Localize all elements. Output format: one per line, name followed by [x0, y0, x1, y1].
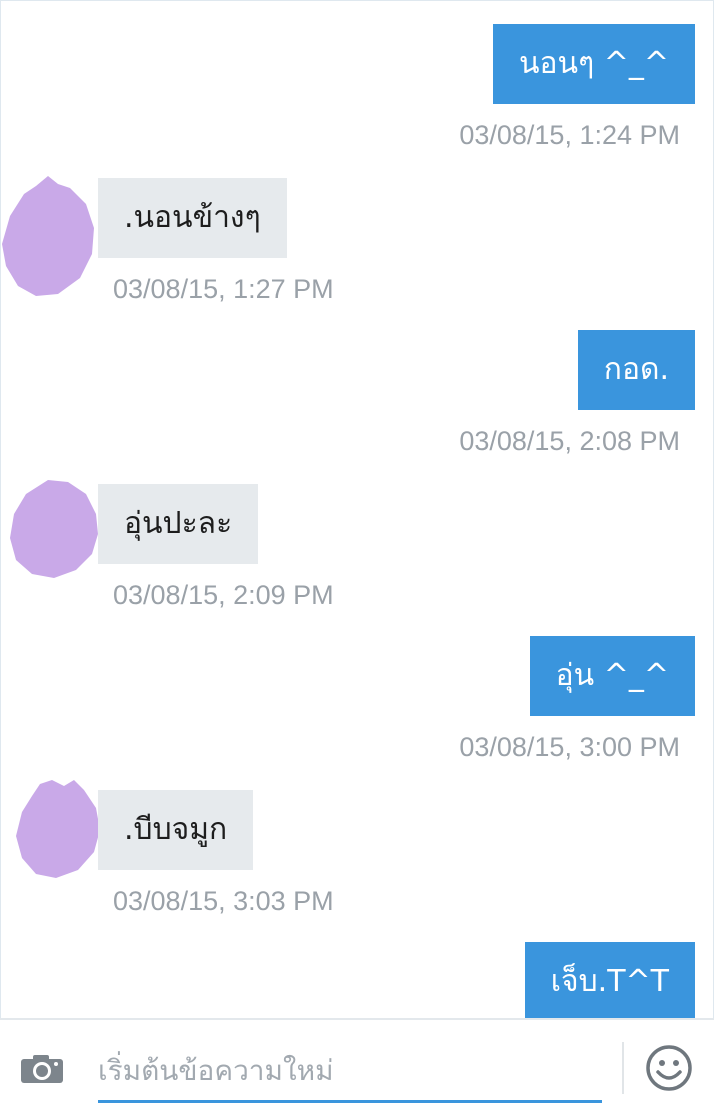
- incoming-message-bubble[interactable]: อุ่นปะละ: [98, 484, 259, 564]
- contact-avatar[interactable]: [0, 174, 100, 300]
- message-list[interactable]: นอนๆ ^_^ 03/08/15, 1:24 PM .นอนข้างๆ 03/…: [0, 0, 714, 1018]
- input-underline: [98, 1100, 602, 1103]
- message-timestamp: 03/08/15, 1:24 PM: [459, 120, 680, 150]
- message-input[interactable]: [98, 1040, 600, 1100]
- outgoing-message-bubble[interactable]: กอด.: [577, 330, 695, 410]
- composer-divider: [622, 1042, 624, 1094]
- incoming-message-bubble[interactable]: .นอนข้างๆ: [98, 178, 287, 258]
- contact-avatar[interactable]: [8, 478, 100, 580]
- outgoing-message-bubble[interactable]: อุ่น ^_^: [529, 636, 695, 716]
- message-timestamp: 03/08/15, 3:03 PM: [113, 886, 334, 916]
- message-timestamp: 03/08/15, 1:27 PM: [113, 274, 334, 304]
- message-composer: [0, 1018, 714, 1117]
- contact-avatar[interactable]: [14, 778, 102, 880]
- camera-icon[interactable]: [20, 1054, 64, 1084]
- outgoing-message-bubble[interactable]: เจ็บ.T^T: [524, 942, 695, 1018]
- incoming-message-bubble[interactable]: .บีบจมูก: [98, 790, 254, 870]
- smiley-icon[interactable]: [645, 1044, 693, 1092]
- message-timestamp: 03/08/15, 2:09 PM: [113, 580, 334, 610]
- message-timestamp: 03/08/15, 2:08 PM: [459, 426, 680, 456]
- message-timestamp: 03/08/15, 3:00 PM: [459, 732, 680, 762]
- outgoing-message-bubble[interactable]: นอนๆ ^_^: [493, 24, 695, 104]
